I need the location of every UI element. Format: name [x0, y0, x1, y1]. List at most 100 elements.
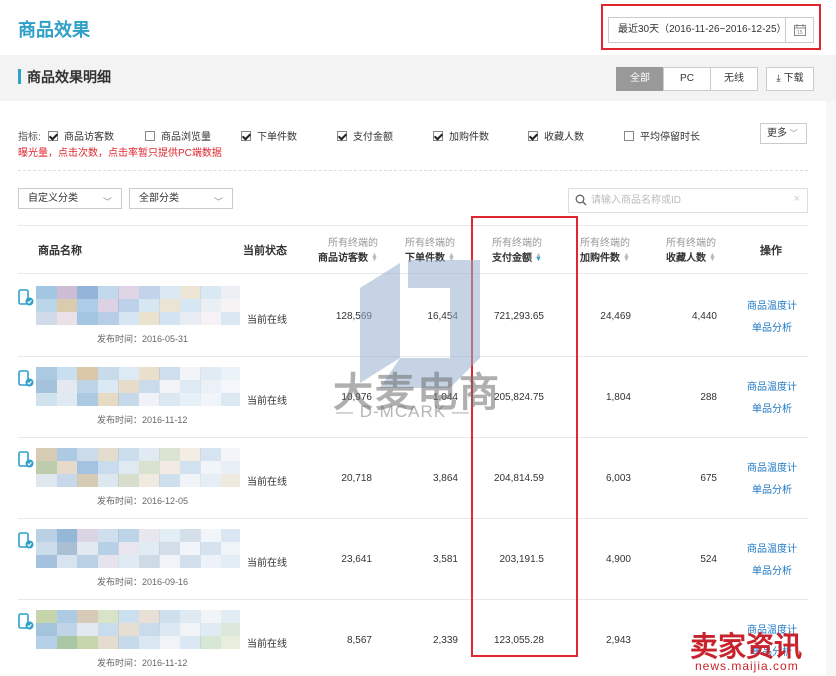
custom-category-select[interactable]: 自定义分类 ﹀ [18, 188, 122, 209]
indicator-orders[interactable]: 下单件数 [241, 128, 297, 143]
indicator-cart[interactable]: 加购件数 [433, 128, 489, 143]
publish-time: 发布时间：2016-11-12 [97, 658, 188, 668]
more-label: 更多 [767, 128, 787, 139]
checkbox[interactable] [48, 131, 58, 141]
status-text: 当前在线 [247, 639, 287, 650]
indicator-text: 商品浏览量 [161, 132, 211, 143]
col-header-top: 所有终端的 [405, 238, 455, 249]
visitors-value: 20,718 [341, 473, 372, 484]
payment-value: 203,191.5 [499, 554, 545, 565]
indicator-avg-stay[interactable]: 平均停留时长 [624, 128, 700, 143]
single-analysis-link[interactable]: 单品分析 [752, 319, 792, 334]
section-title: 商品效果明细 [27, 69, 111, 85]
indicator-text: 平均停留时长 [640, 132, 700, 143]
col-header-cart[interactable]: 所有终端的 加购件数 ▲ ▼ [580, 236, 630, 266]
cart-value: 4,900 [605, 554, 631, 565]
mobile-check-icon [18, 613, 34, 630]
thermometer-link[interactable]: 商品温度计 [747, 378, 797, 393]
svg-text:15: 15 [797, 30, 803, 36]
chevron-down-icon: ﹀ [102, 197, 112, 207]
col-header-actions: 操作 [760, 245, 782, 257]
payment-value: 721,293.65 [493, 311, 544, 322]
indicator-visitors[interactable]: 商品访客数 [48, 128, 114, 143]
single-analysis-link[interactable]: 单品分析 [752, 481, 792, 496]
sort-icon[interactable]: ▲ ▼ [371, 252, 378, 263]
sort-icon[interactable]: ▲ ▼ [709, 252, 716, 263]
single-analysis-link[interactable]: 单品分析 [752, 400, 792, 415]
search-input[interactable] [591, 192, 781, 209]
checkbox[interactable] [624, 131, 634, 141]
thermometer-link[interactable]: 商品温度计 [747, 459, 797, 474]
calendar-button[interactable]: 15 [785, 18, 813, 42]
indicator-pageviews[interactable]: 商品浏览量 [145, 128, 211, 143]
sort-icon[interactable]: ▲ ▼ [623, 252, 630, 263]
orders-value: 2,339 [432, 635, 458, 646]
col-header-bottom: 加购件数 [580, 253, 620, 264]
select-value: 自定义分类 [28, 193, 78, 204]
col-header-bottom: 支付金额 [492, 253, 532, 264]
clear-icon[interactable]: × [794, 193, 800, 205]
download-icon: ⤓ [776, 73, 781, 84]
visitors-value: 8,567 [346, 635, 372, 646]
indicator-favorites[interactable]: 收藏人数 [528, 128, 584, 143]
top-bar: 商品效果 最近30天（2016-11-26~2016-12-25） 15 [0, 0, 836, 55]
payment-value: 204,814.59 [493, 473, 544, 484]
chevron-down-icon: ﹀ [789, 129, 798, 138]
segment-wireless[interactable]: 无线 [710, 67, 758, 91]
col-header-top: 所有终端的 [580, 238, 630, 249]
mobile-check-icon [18, 289, 34, 306]
thermometer-link[interactable]: 商品温度计 [747, 297, 797, 312]
col-header-top: 所有终端的 [666, 238, 716, 249]
col-header-bottom: 收藏人数 [666, 253, 706, 264]
publish-time: 发布时间：2016-11-12 [97, 415, 188, 425]
divider [18, 170, 808, 171]
mobile-check-icon [18, 370, 34, 387]
scrollbar[interactable] [826, 101, 836, 676]
sort-icon[interactable]: ▲ ▼ [448, 252, 455, 263]
col-header-visitors[interactable]: 所有终端的 商品访客数 ▲ ▼ [318, 236, 378, 266]
col-header-payment[interactable]: 所有终端的 支付金额 ▲ ▼ [492, 236, 542, 266]
indicator-text: 商品访客数 [64, 132, 114, 143]
col-header-favorites[interactable]: 所有终端的 收藏人数 ▲ ▼ [666, 236, 716, 266]
select-value: 全部分类 [139, 193, 179, 204]
download-button[interactable]: ⤓ 下载 [766, 67, 814, 91]
favorites-value: 675 [700, 473, 717, 484]
favorites-value: 4,440 [691, 311, 717, 322]
checkbox[interactable] [241, 131, 251, 141]
sort-icon[interactable]: ▲ ▼ [535, 252, 542, 263]
thermometer-link[interactable]: 商品温度计 [747, 540, 797, 555]
col-header-top: 所有终端的 [328, 238, 378, 249]
col-header-top: 所有终端的 [492, 238, 542, 249]
date-range-picker[interactable]: 最近30天（2016-11-26~2016-12-25） 15 [608, 17, 814, 43]
orders-value: 16,454 [427, 311, 458, 322]
single-analysis-link[interactable]: 单品分析 [752, 562, 792, 577]
more-indicators-button[interactable]: 更多 ﹀ [760, 123, 807, 144]
segment-all[interactable]: 全部 [616, 67, 664, 91]
checkbox[interactable] [337, 131, 347, 141]
checkbox[interactable] [433, 131, 443, 141]
indicator-text: 加购件数 [449, 132, 489, 143]
product-search[interactable]: × [568, 188, 808, 213]
status-text: 当前在线 [247, 396, 287, 407]
publish-time: 发布时间：2016-12-05 [97, 496, 189, 506]
payment-value: 123,055.28 [493, 635, 544, 646]
checkbox[interactable] [145, 131, 155, 141]
segment-pc[interactable]: PC [663, 67, 711, 91]
publish-time: 发布时间：2016-05-31 [97, 334, 189, 344]
favorites-value: 524 [700, 554, 717, 565]
date-range-text: 最近30天（2016-11-26~2016-12-25） [618, 24, 787, 35]
publish-time: 发布时间：2016-09-16 [97, 577, 189, 587]
favorites-value: 288 [700, 392, 717, 403]
visitors-value: 128,569 [335, 311, 372, 322]
cart-value: 2,943 [605, 635, 631, 646]
indicator-payment[interactable]: 支付金额 [337, 128, 393, 143]
all-category-select[interactable]: 全部分类 ﹀ [129, 188, 233, 209]
mobile-check-icon [18, 532, 34, 549]
col-header-orders[interactable]: 所有终端的 下单件数 ▲ ▼ [405, 236, 455, 266]
checkbox[interactable] [528, 131, 538, 141]
indicator-text: 收藏人数 [544, 132, 584, 143]
visitors-value: 23,641 [341, 554, 372, 565]
table-header-border [18, 273, 808, 274]
indicator-text: 支付金额 [353, 132, 393, 143]
orders-value: 3,864 [432, 473, 458, 484]
